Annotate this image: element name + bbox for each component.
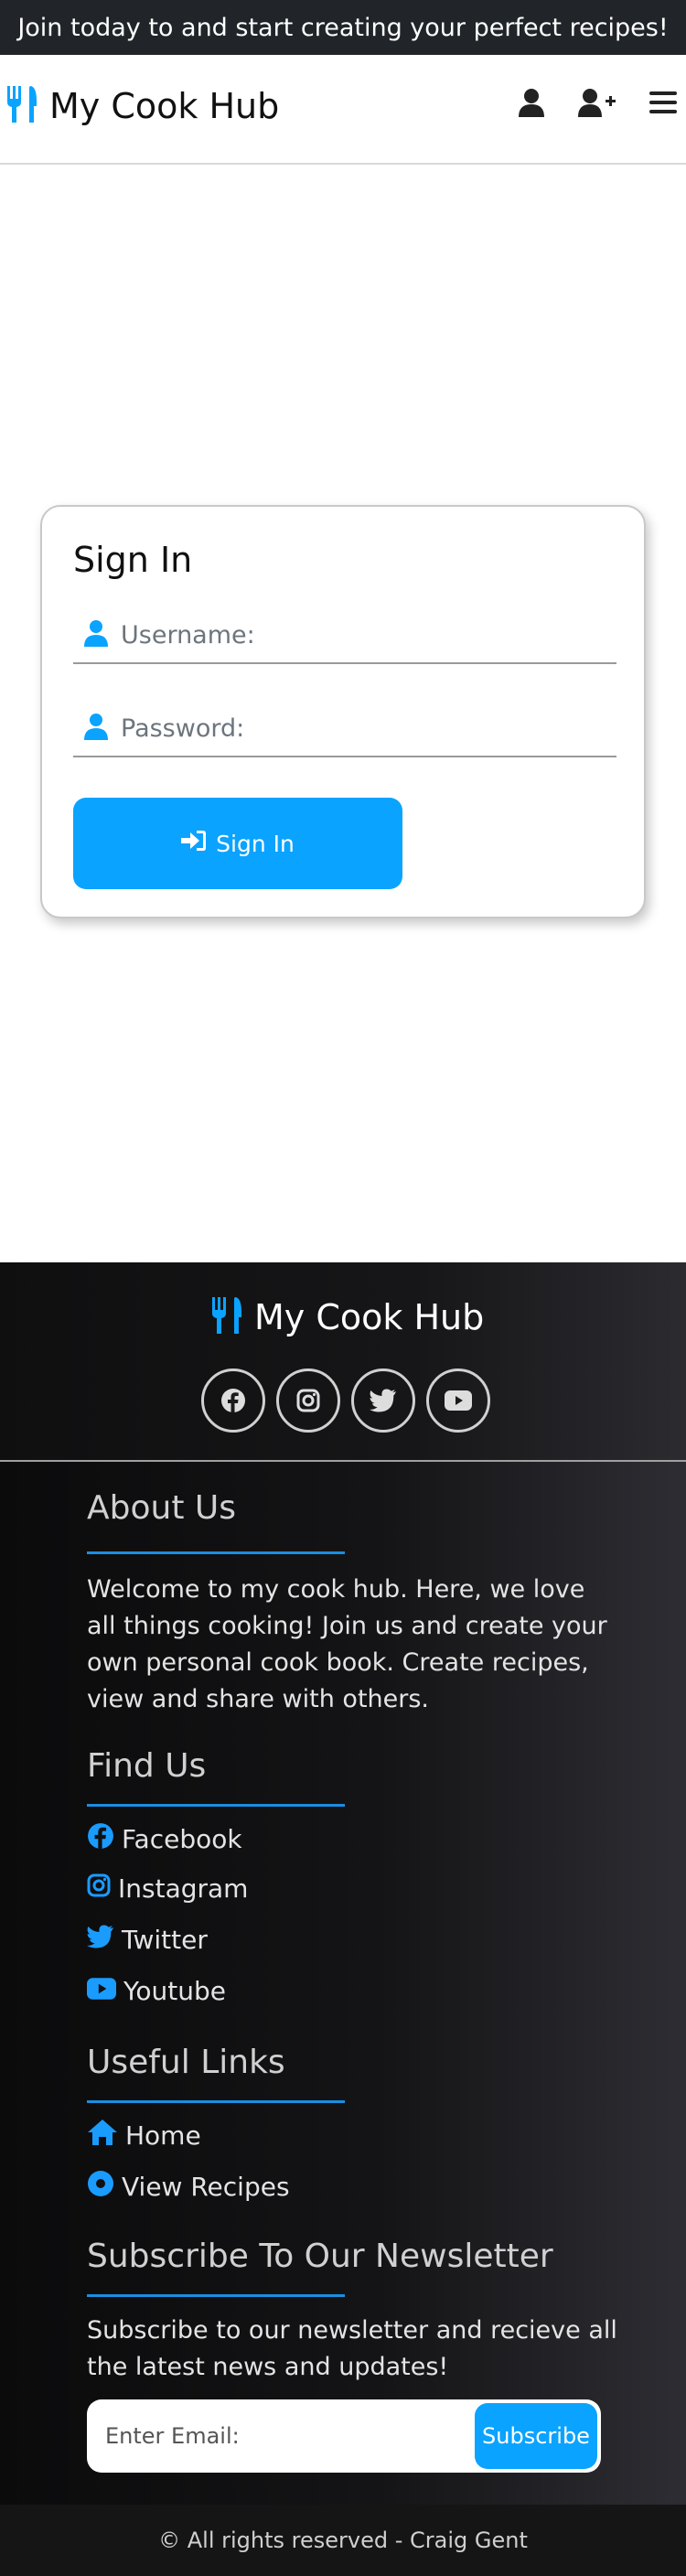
home-link[interactable]: Home — [87, 2119, 201, 2152]
footer-brand-name: My Cook Hub — [254, 1297, 485, 1337]
newsletter-divider — [87, 2294, 345, 2297]
banner-text: Join today to and start creating your pe… — [17, 13, 669, 42]
signin-card: Sign In Sign In — [40, 505, 646, 918]
subscribe-button[interactable]: Subscribe — [475, 2403, 597, 2469]
about-divider — [87, 1551, 345, 1554]
twitter-link[interactable]: Twitter — [87, 1925, 208, 1955]
brand-link[interactable]: My Cook Hub — [5, 84, 279, 128]
instagram-link[interactable]: Instagram — [87, 1873, 248, 1904]
announcement-banner: Join today to and start creating your pe… — [0, 0, 686, 55]
menu-icon[interactable] — [649, 90, 677, 115]
circle-dot-icon — [87, 2170, 122, 2204]
facebook-icon — [87, 1822, 122, 1856]
home-link-label: Home — [125, 2120, 201, 2151]
user-icon[interactable] — [518, 88, 545, 117]
useful-links-divider — [87, 2100, 345, 2103]
about-text: Welcome to my cook hub. Here, we love al… — [87, 1575, 607, 1713]
home-icon — [87, 2119, 125, 2152]
user-icon — [73, 713, 108, 744]
facebook-link-label: Facebook — [122, 1824, 242, 1854]
newsletter-email-input[interactable] — [105, 2423, 471, 2449]
utensils-icon — [5, 84, 38, 128]
instagram-icon[interactable] — [276, 1368, 340, 1433]
username-field — [73, 607, 616, 664]
brand-name: My Cook Hub — [49, 86, 280, 126]
sign-in-icon — [181, 829, 207, 858]
user-plus-icon[interactable] — [578, 88, 616, 117]
username-input[interactable] — [121, 620, 596, 649]
youtube-icon[interactable] — [426, 1368, 490, 1433]
newsletter-title: Subscribe To Our Newsletter — [87, 2238, 553, 2275]
password-input[interactable] — [121, 714, 596, 743]
footer-top: My Cook Hub — [0, 1262, 686, 1462]
newsletter-text: Subscribe to our newsletter and recieve … — [87, 2316, 617, 2381]
footer-main: About Us Welcome to my cook hub. Here, w… — [0, 1462, 686, 2505]
signin-title: Sign In — [73, 540, 193, 580]
view-recipes-link[interactable]: View Recipes — [87, 2170, 290, 2204]
twitter-icon[interactable] — [351, 1368, 415, 1433]
copyright-text: © All rights reserved - Craig Gent — [158, 2528, 528, 2553]
user-icon — [73, 619, 108, 650]
facebook-icon[interactable] — [201, 1368, 265, 1433]
newsletter-form: Subscribe — [87, 2399, 601, 2473]
social-links — [201, 1368, 490, 1433]
signin-button-label: Sign In — [216, 830, 295, 857]
view-recipes-link-label: View Recipes — [122, 2172, 290, 2202]
twitter-link-label: Twitter — [122, 1925, 208, 1955]
facebook-link[interactable]: Facebook — [87, 1822, 242, 1856]
youtube-icon — [87, 1976, 123, 2006]
twitter-icon — [87, 1925, 122, 1955]
youtube-link-label: Youtube — [123, 1976, 226, 2006]
about-title: About Us — [87, 1489, 236, 1527]
navbar: My Cook Hub — [0, 55, 686, 165]
find-us-divider — [87, 1804, 345, 1807]
signin-button[interactable]: Sign In — [73, 798, 402, 889]
find-us-title: Find Us — [87, 1747, 207, 1785]
password-field — [73, 701, 616, 757]
instagram-icon — [87, 1873, 118, 1904]
useful-links-title: Useful Links — [87, 2044, 285, 2081]
youtube-link[interactable]: Youtube — [87, 1976, 226, 2006]
footer-brand[interactable]: My Cook Hub — [210, 1295, 484, 1339]
instagram-link-label: Instagram — [118, 1873, 249, 1904]
copyright-bar: © All rights reserved - Craig Gent — [0, 2505, 686, 2576]
utensils-icon — [210, 1295, 243, 1339]
